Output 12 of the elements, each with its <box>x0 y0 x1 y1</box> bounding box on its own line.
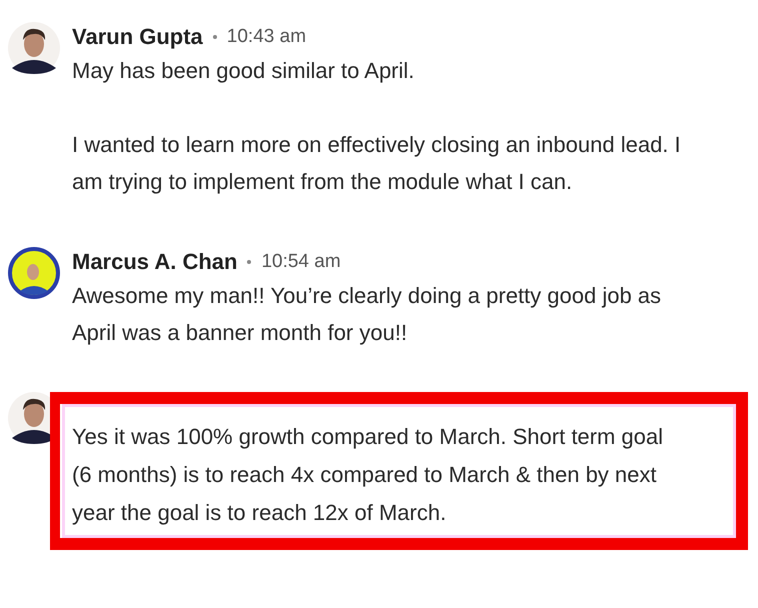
message-text: I wanted to learn more on effectively closing an inbound lead. I am trying to implement from the module what I can. <box>72 130 682 196</box>
avatar-icon <box>8 246 60 298</box>
message-text: Yes it was 100% growth compared to March. Short term goal (6 months) is to reach 4x compared to March & then by next year the goal is to reach 12x of March. <box>72 422 664 527</box>
author-name: Varun Gupta <box>72 24 203 50</box>
separator-dot <box>212 35 217 39</box>
message-time: 10:54 am <box>261 250 341 272</box>
avatar-icon <box>8 22 60 74</box>
message-time: 10:43 am <box>226 26 306 48</box>
message-text: May has been good similar to April. <box>72 57 416 85</box>
separator-dot <box>247 260 252 264</box>
author-name: Marcus A. Chan <box>72 248 238 274</box>
message-text: Awesome my man!! You’re clearly doing a pretty good job as April was a banner month for you!! <box>72 282 662 347</box>
